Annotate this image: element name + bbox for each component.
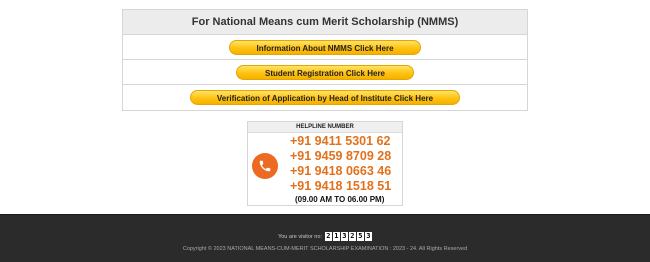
helpline-number[interactable]: +91 9411 5301 62 — [290, 134, 402, 149]
visitor-digit: 2 — [348, 232, 356, 241]
footer: You are visitor no: 2 1 3 2 5 3 Copyrigh… — [0, 214, 650, 262]
helpline-number[interactable]: +91 9459 8709 28 — [290, 149, 402, 164]
nmms-panel: For National Means cum Merit Scholarship… — [122, 9, 528, 111]
visitor-digit: 3 — [364, 232, 372, 241]
nmms-row-info: Information About NMMS Click Here — [123, 35, 527, 60]
page: For National Means cum Merit Scholarship… — [0, 0, 650, 262]
nmms-row-registration: Student Registration Click Here — [123, 60, 527, 85]
nmms-panel-title: For National Means cum Merit Scholarship… — [123, 10, 527, 35]
student-registration-button[interactable]: Student Registration Click Here — [235, 64, 415, 80]
helpline-number[interactable]: +91 9418 0663 46 — [290, 164, 402, 179]
information-about-nmms-button[interactable]: Information About NMMS Click Here — [229, 39, 421, 55]
copyright-text: Copyright © 2023 NATIONAL MEANS-CUM-MERI… — [182, 246, 468, 252]
helpline-title: HELPLINE NUMBER — [248, 122, 402, 133]
visitor-counter-row: You are visitor no: 2 1 3 2 5 3 — [0, 232, 650, 241]
nmms-row-verification: Verification of Application by Head of I… — [123, 85, 527, 110]
visitor-digit: 5 — [356, 232, 364, 241]
helpline-number[interactable]: +91 9418 1518 51 — [290, 179, 402, 194]
visitor-label: You are visitor no: — [278, 233, 322, 240]
visitor-digit: 1 — [332, 232, 340, 241]
helpline-body: +91 9411 5301 62 +91 9459 8709 28 +91 94… — [248, 133, 402, 206]
visitor-counter: 2 1 3 2 5 3 — [324, 232, 372, 241]
helpline-card: HELPLINE NUMBER +91 9411 5301 62 +91 945… — [247, 121, 403, 206]
visitor-digit: 2 — [324, 232, 332, 241]
visitor-digit: 3 — [340, 232, 348, 241]
helpline-numbers: +91 9411 5301 62 +91 9459 8709 28 +91 94… — [290, 134, 402, 205]
verification-by-head-button[interactable]: Verification of Application by Head of I… — [189, 90, 461, 105]
helpline-hours: (09.00 AM TO 06.00 PM) — [295, 195, 385, 204]
phone-icon — [252, 153, 278, 179]
